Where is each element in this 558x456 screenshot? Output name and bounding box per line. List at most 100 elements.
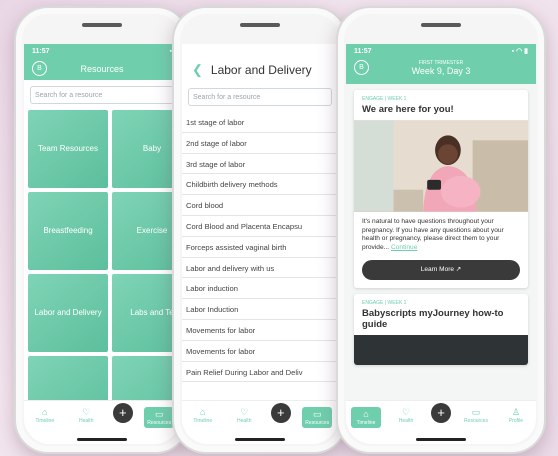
tab-label: Timeline [193,418,213,424]
person-icon: ♙ [511,407,521,417]
labor-screen: ❮ Labor and Delivery Search for a resour… [182,44,338,444]
speaker-notch [421,23,461,27]
book-icon: ▭ [312,409,322,419]
heart-icon: ♡ [240,407,249,417]
list-item[interactable]: Labor Induction [182,299,338,320]
resource-tiles: Team Resources Baby Breastfeeding Exerci… [24,110,180,434]
status-time: 11:57 [32,47,50,55]
content-card[interactable]: ENGAGE | WEEK 1 Babyscripts myJourney ho… [354,294,528,366]
tile-team-resources[interactable]: Team Resources [28,110,108,188]
home-indicator [416,438,466,441]
resource-list: 1st stage of labor 2nd stage of labor 3r… [182,112,338,383]
page-title: Resources [80,64,124,74]
list-item[interactable]: Cord Blood and Placenta Encapsu [182,216,338,237]
tab-timeline[interactable]: ⌂ Timeline [188,407,218,424]
pregnant-woman-photo [354,120,528,212]
tab-label: Timeline [356,420,376,426]
logo-icon[interactable]: B [354,60,369,75]
back-chevron-icon[interactable]: ❮ [192,62,203,78]
tab-resources[interactable]: ▭ Resources [302,407,333,428]
plus-icon: + [118,405,127,420]
resources-header: 11:57 ▪ B Resources [24,44,180,80]
plus-icon: + [276,405,285,420]
book-icon: ▭ [154,409,164,419]
tab-resources[interactable]: ▭ Resources [461,407,491,424]
search-input[interactable]: Search for a resource [30,86,174,104]
add-button[interactable]: + [112,403,133,423]
card-title: We are here for you! [362,104,454,115]
tab-timeline[interactable]: ⌂ Timeline [351,407,381,428]
phone-labor-delivery: ❮ Labor and Delivery Search for a resour… [172,6,348,454]
list-item[interactable]: 3rd stage of labor [182,154,338,175]
tab-label: Resources [147,420,172,426]
list-item[interactable]: Forceps assisted vaginal birth [182,237,338,258]
tile-baby[interactable]: Baby [112,110,180,188]
list-item[interactable]: 1st stage of labor [182,112,338,133]
speaker-notch [240,23,280,27]
list-item[interactable]: Labor induction [182,278,338,300]
tab-label: Health [398,418,414,424]
tab-label: Timeline [35,418,55,424]
tab-profile[interactable]: ♙ Profile [501,407,531,424]
tab-label: Health [79,418,94,424]
home-indicator [235,438,285,441]
resources-screen: 11:57 ▪ B Resources Search for a resourc… [24,44,180,444]
home-indicator [77,438,127,441]
search-input[interactable]: Search for a resource [188,88,332,106]
status-bar: 11:57 ▪ ◠ ▮ [346,44,536,58]
list-item[interactable]: Childbirth delivery methods [182,174,338,196]
pregnancy-week-header: B FIRST TRIMESTER Week 9, Day 3 [346,58,536,84]
heart-icon: ♡ [401,407,411,417]
list-item[interactable]: Labor and delivery with us [182,258,338,279]
tab-health[interactable]: ♡ Health [391,407,421,424]
add-button[interactable]: + [431,403,451,423]
tile-exercise[interactable]: Exercise [112,192,180,270]
status-time: 11:57 [354,47,372,55]
signal-wifi-battery-icon: ▪ ◠ ▮ [511,48,528,55]
list-item[interactable]: Cord blood [182,195,338,216]
card-eyebrow: ENGAGE | WEEK 1 [362,300,407,307]
card-text: It's natural to have questions throughou… [362,218,504,251]
tab-timeline[interactable]: ⌂ Timeline [30,407,60,424]
resources-title-bar: B Resources [24,58,180,80]
tab-resources[interactable]: ▭ Resources [144,407,175,428]
tab-health[interactable]: ♡ Health [71,407,101,424]
tab-health[interactable]: ♡ Health [229,407,259,424]
card-body: It's natural to have questions throughou… [354,212,528,258]
card-title: Babyscripts myJourney how-to guide [362,308,504,331]
tab-label: Resources [464,418,488,424]
plus-icon: + [437,405,445,420]
list-item[interactable]: 2nd stage of labor [182,133,338,154]
week-label: Week 9, Day 3 [411,66,471,76]
tab-label: Resources [305,420,330,426]
continue-link[interactable]: Continue [391,244,417,251]
labor-title-bar: ❮ Labor and Delivery [182,58,338,82]
tab-label: Profile [508,418,524,424]
tile-labs-and-tests[interactable]: Labs and Te [112,274,180,352]
status-bar: 11:57 ▪ [24,44,180,58]
timeline-header: 11:57 ▪ ◠ ▮ B FIRST TRIMESTER Week 9, Da… [346,44,536,84]
content-card[interactable]: ENGAGE | WEEK 1 We are here for you! It'… [354,90,528,289]
home-icon: ⌂ [200,407,206,417]
phone-resources: 11:57 ▪ B Resources Search for a resourc… [14,6,190,454]
home-icon: ⌂ [42,407,48,417]
page-title: Labor and Delivery [210,63,312,77]
photo-illustration [354,120,528,212]
list-item[interactable]: Movements for labor [182,341,338,362]
timeline-screen: 11:57 ▪ ◠ ▮ B FIRST TRIMESTER Week 9, Da… [346,44,536,444]
tile-labor-and-delivery[interactable]: Labor and Delivery [28,274,108,352]
learn-more-button[interactable]: Learn More ↗ [362,260,520,281]
add-button[interactable]: + [270,403,291,423]
book-icon: ▭ [471,407,481,417]
card-image [354,335,528,366]
tile-breastfeeding[interactable]: Breastfeeding [28,192,108,270]
home-icon: ⌂ [363,409,369,419]
phone-timeline: 11:57 ▪ ◠ ▮ B FIRST TRIMESTER Week 9, Da… [336,6,546,454]
card-eyebrow: ENGAGE | WEEK 1 [362,96,407,102]
speaker-notch [82,23,122,27]
logo-icon[interactable]: B [32,61,47,76]
heart-icon: ♡ [82,407,91,417]
tab-label: Health [237,418,252,424]
list-item[interactable]: Pain Relief During Labor and Deliv [182,362,338,383]
list-item[interactable]: Movements for labor [182,320,338,341]
